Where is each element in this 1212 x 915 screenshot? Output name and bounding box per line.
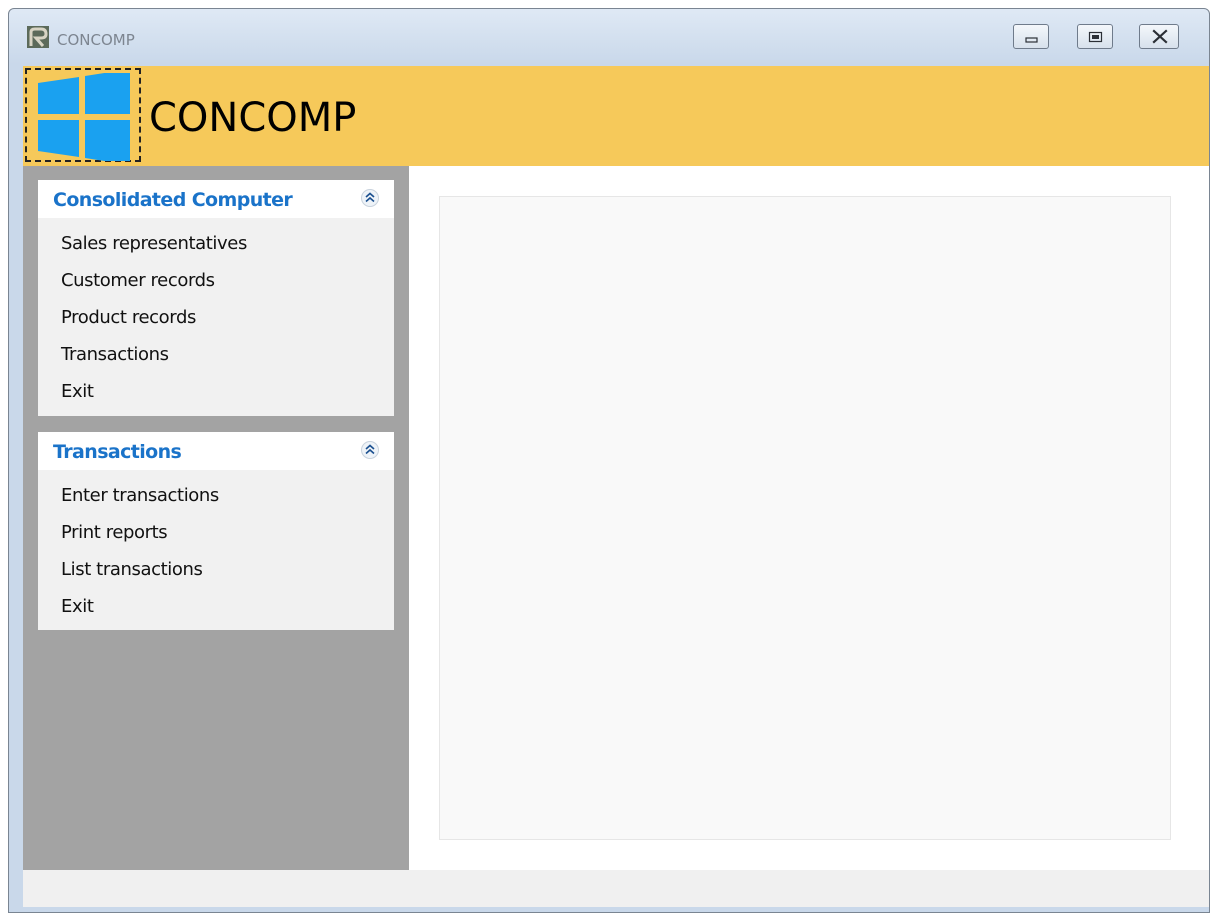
- nav-item-list-transactions[interactable]: List transactions: [38, 551, 394, 588]
- panel-title: Transactions: [53, 441, 182, 463]
- title-bar[interactable]: CONCOMP: [9, 9, 1209, 66]
- windows-logo-icon: [38, 73, 130, 161]
- window-title: CONCOMP: [57, 31, 135, 49]
- nav-item-exit[interactable]: Exit: [38, 373, 394, 410]
- panel-title: Consolidated Computer: [53, 189, 293, 211]
- close-button[interactable]: [1139, 24, 1179, 49]
- nav-item-sales-representatives[interactable]: Sales representatives: [38, 225, 394, 262]
- panel-item-list: Enter transactions Print reports List tr…: [38, 470, 394, 625]
- panel-header[interactable]: Transactions: [38, 432, 394, 470]
- panel-header[interactable]: Consolidated Computer: [38, 180, 394, 218]
- logo-button[interactable]: [25, 68, 141, 162]
- nav-item-transactions[interactable]: Transactions: [38, 336, 394, 373]
- app-icon[interactable]: [27, 26, 49, 48]
- panel-transactions: Transactions Enter transactions Print re…: [38, 432, 394, 630]
- nav-item-product-records[interactable]: Product records: [38, 299, 394, 336]
- app-header: CONCOMP: [23, 66, 1209, 166]
- close-icon: [1152, 29, 1168, 44]
- nav-item-customer-records[interactable]: Customer records: [38, 262, 394, 299]
- app-window: CONCOMP CONCOMP Consolidated Computer Sa…: [8, 8, 1210, 913]
- nav-item-exit[interactable]: Exit: [38, 588, 394, 625]
- panel-item-list: Sales representatives Customer records P…: [38, 218, 394, 410]
- maximize-icon: [1088, 31, 1103, 43]
- double-chevron-up-icon[interactable]: [360, 440, 380, 460]
- double-chevron-up-icon[interactable]: [360, 188, 380, 208]
- client-area: CONCOMP Consolidated Computer Sales repr…: [23, 66, 1209, 907]
- status-bar: [23, 870, 1209, 907]
- nav-item-print-reports[interactable]: Print reports: [38, 514, 394, 551]
- minimize-icon: [1025, 37, 1038, 43]
- app-title: CONCOMP: [149, 95, 357, 141]
- sidebar: Consolidated Computer Sales representati…: [23, 166, 409, 870]
- minimize-button[interactable]: [1013, 24, 1049, 49]
- panel-consolidated-computer: Consolidated Computer Sales representati…: [38, 180, 394, 416]
- maximize-button[interactable]: [1077, 24, 1113, 49]
- content-area: [439, 196, 1171, 840]
- nav-item-enter-transactions[interactable]: Enter transactions: [38, 477, 394, 514]
